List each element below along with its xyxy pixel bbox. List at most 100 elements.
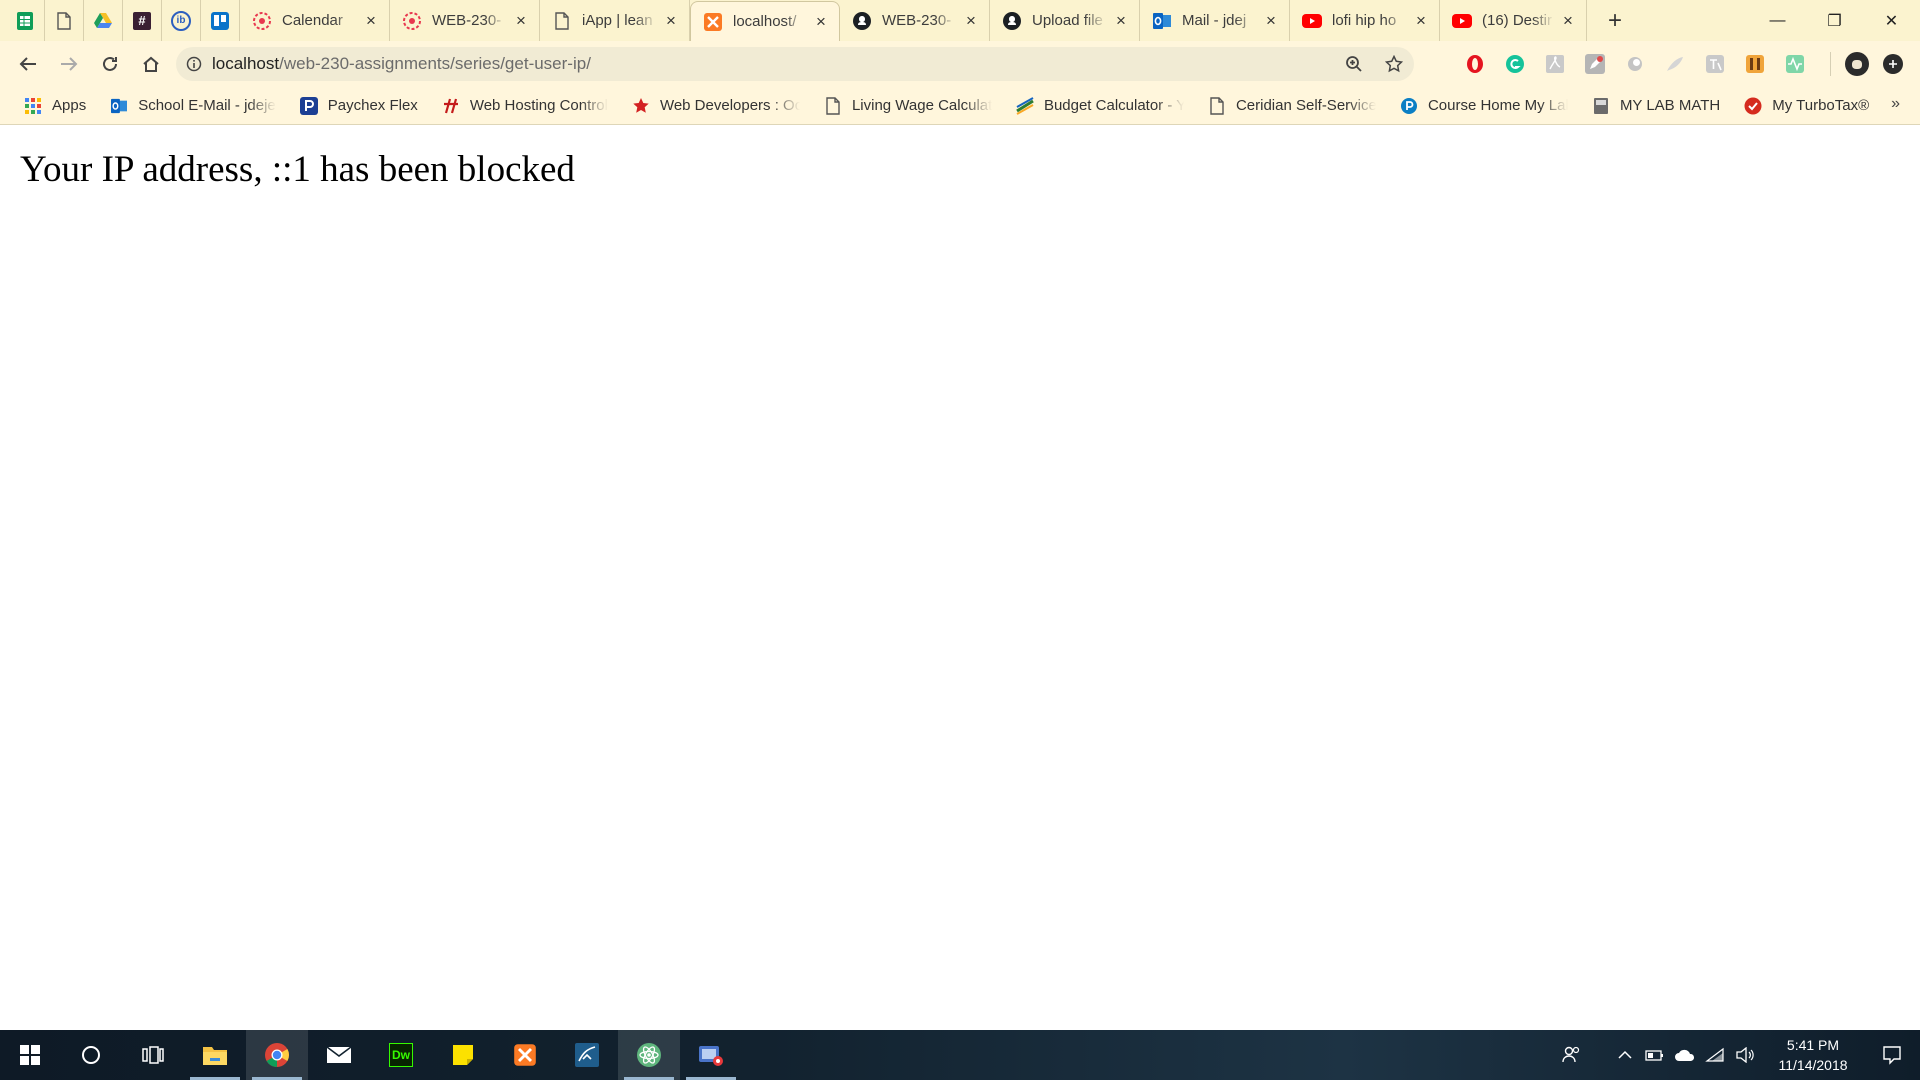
onedrive-icon[interactable] [1670,1048,1700,1062]
home-button[interactable] [131,44,171,84]
close-icon[interactable]: × [1263,11,1279,31]
pinned-tabs: # ib [0,0,240,41]
bookmark-web-developers[interactable]: Web Developers : Oc [626,91,806,121]
document-icon [57,11,71,30]
pinned-tab-sheets[interactable] [0,0,45,41]
close-icon[interactable]: × [513,11,529,31]
windows-logo-icon [20,1045,40,1065]
circle-icon [1628,57,1642,71]
taskbar-dreamweaver[interactable]: Dw [370,1030,432,1080]
tab-iapp[interactable]: iApp | lean × [540,0,690,41]
new-tab-button[interactable]: + [1595,0,1635,41]
taskbar-clock[interactable]: 5:41 PM 11/14/2018 [1768,1035,1858,1075]
bookmark-paychex[interactable]: Paychex Flex [294,91,424,121]
bookmark-course-home[interactable]: Course Home My Lab [1394,91,1574,121]
pinned-tab-document[interactable] [45,0,84,41]
grammarly-extension[interactable] [1495,41,1535,87]
honey-icon [1746,55,1764,73]
cortana-button[interactable] [60,1030,122,1080]
reload-button[interactable] [90,44,130,84]
tab-mail[interactable]: Mail - jdej × [1140,0,1290,41]
taskbar-xampp[interactable] [494,1030,556,1080]
close-icon[interactable]: × [363,11,379,31]
pinned-tab-hash[interactable]: # [123,0,162,41]
tab-title: iApp | lean [582,12,653,29]
feather-extension[interactable] [1655,41,1695,87]
close-icon[interactable]: × [1560,11,1576,31]
bookmark-ceridian[interactable]: Ceridian Self-Service [1202,91,1382,121]
atom-icon [637,1043,661,1067]
outlook-icon [110,97,128,115]
close-icon[interactable]: × [813,12,829,32]
tab-web230-asana[interactable]: WEB-230- × [390,0,540,41]
start-button[interactable] [0,1030,60,1080]
opera-extension[interactable] [1455,41,1495,87]
edit-extension[interactable] [1575,41,1615,87]
wave-extension[interactable] [1775,41,1815,87]
chevron-up-icon[interactable] [1610,1050,1640,1060]
restore-button[interactable]: ❐ [1806,0,1863,41]
back-button[interactable] [8,44,48,84]
wifi-icon[interactable] [1700,1047,1730,1063]
close-icon[interactable]: × [1413,11,1429,31]
close-window-button[interactable]: ✕ [1863,0,1920,41]
mylab-icon [1592,97,1610,115]
bookmark-turbotax[interactable]: My TurboTax® [1738,91,1875,121]
battery-icon[interactable] [1640,1048,1670,1062]
bookmark-star-icon[interactable] [1374,55,1414,73]
task-view-button[interactable] [122,1030,184,1080]
pinned-tab-drive[interactable] [84,0,123,41]
document-icon [824,96,842,115]
bookmark-budget-calculator[interactable]: Budget Calculator - Y [1010,91,1190,121]
address-bar[interactable]: localhost/web-230-assignments/series/get… [176,47,1414,81]
bookmark-school-email[interactable]: School E-Mail - jdeje [104,91,282,121]
chrome-icon [265,1043,289,1067]
close-icon[interactable]: × [663,11,679,31]
menu-icon[interactable] [1883,54,1903,74]
tab-upload-file[interactable]: Upload file × [990,0,1140,41]
notification-icon [1883,1046,1901,1065]
bookmark-mylab-math[interactable]: MY LAB MATH [1586,91,1726,121]
tab-destiny[interactable]: (16) Destir × [1440,0,1587,41]
close-icon[interactable]: × [1113,11,1129,31]
snipping-icon [699,1046,723,1066]
action-center-button[interactable] [1864,1045,1920,1065]
taskbar-snipping-tool[interactable] [680,1030,742,1080]
taskbar-atom[interactable] [618,1030,680,1080]
taskbar-mail[interactable] [308,1030,370,1080]
asana-icon [252,11,272,31]
pinned-tab-trello[interactable] [201,0,240,41]
url-host: localhost [212,54,280,73]
circle-extension[interactable] [1615,41,1655,87]
bookmark-living-wage[interactable]: Living Wage Calculat [818,91,998,121]
pinned-tab-ib[interactable]: ib [162,0,201,41]
taskbar-chrome[interactable] [246,1030,308,1080]
bookmark-label: Course Home My Lab [1427,97,1568,114]
info-icon[interactable] [176,56,212,72]
apps-grid-icon [24,97,42,115]
tab-web230-github[interactable]: WEB-230- × [840,0,990,41]
url-text[interactable]: localhost/web-230-assignments/series/get… [212,54,1334,74]
search-circle-icon [82,1046,100,1064]
taskbar-sticky-notes[interactable] [432,1030,494,1080]
people-icon[interactable] [1556,1045,1586,1065]
zoom-icon[interactable] [1334,55,1374,73]
tab-localhost-active[interactable]: localhost/ × [690,1,840,41]
honey-extension[interactable] [1735,41,1775,87]
tab-lofi[interactable]: lofi hip ho × [1290,0,1440,41]
pdf-extension[interactable] [1535,41,1575,87]
translate-extension[interactable] [1695,41,1735,87]
minimize-button[interactable]: — [1749,0,1806,41]
bookmark-apps[interactable]: Apps [18,91,92,121]
volume-icon[interactable] [1730,1047,1760,1063]
taskbar-file-explorer[interactable] [184,1030,246,1080]
bookmark-web-hosting[interactable]: Web Hosting Control [436,91,614,121]
close-icon[interactable]: × [963,11,979,31]
bookmarks-overflow-button[interactable]: » [1891,95,1900,113]
bookmarks-bar: Apps School E-Mail - jdeje Paychex Flex … [0,87,1920,125]
tab-calendar[interactable]: Calendar × [240,0,390,41]
avatar[interactable] [1845,52,1869,76]
forward-button[interactable] [49,44,89,84]
sticky-notes-icon [453,1045,473,1065]
taskbar-mysql-workbench[interactable] [556,1030,618,1080]
